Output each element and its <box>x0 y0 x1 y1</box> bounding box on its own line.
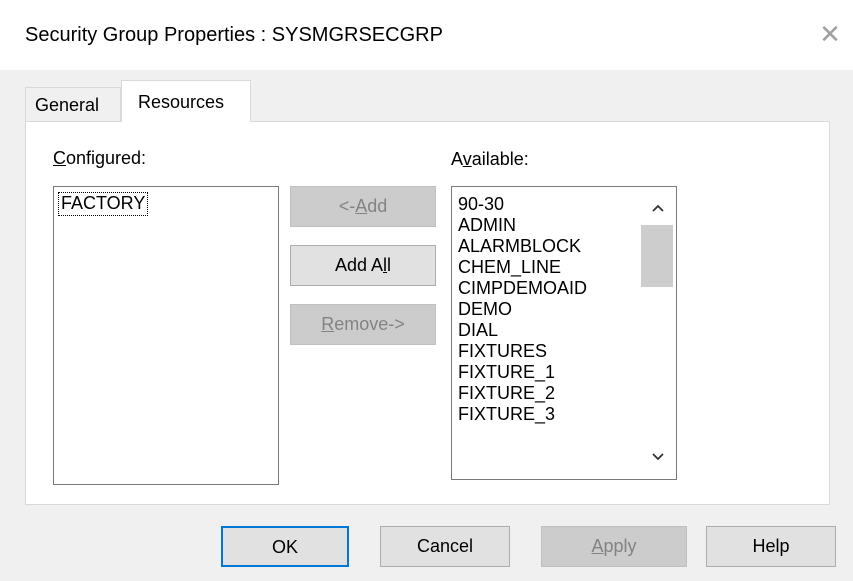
configured-label-mnemonic: C <box>53 148 66 168</box>
configured-listbox[interactable]: FACTORY <box>53 186 279 485</box>
list-item[interactable]: FIXTURE_3 <box>458 404 555 425</box>
chevron-down-icon-glyph <box>651 453 664 461</box>
ok-button[interactable]: OK <box>221 526 349 567</box>
list-item[interactable]: DIAL <box>458 320 498 341</box>
scroll-thumb[interactable] <box>641 225 673 287</box>
configured-label: Configured: <box>53 148 146 169</box>
cancel-button[interactable]: Cancel <box>380 526 510 567</box>
help-button[interactable]: Help <box>706 526 836 567</box>
list-item[interactable]: 90-30 <box>458 194 504 215</box>
title-bar: Security Group Properties : SYSMGRSECGRP… <box>0 0 853 70</box>
available-label-mnemonic: v <box>462 149 472 169</box>
window-title: Security Group Properties : SYSMGRSECGRP <box>25 24 443 46</box>
add-button[interactable]: <-Add <box>290 186 436 227</box>
close-icon[interactable]: ✕ <box>818 21 842 47</box>
chevron-up-icon-glyph <box>651 204 664 212</box>
remove-button[interactable]: Remove-> <box>290 304 436 345</box>
list-item[interactable]: DEMO <box>458 299 512 320</box>
add-all-button-pre: Add A <box>334 255 384 275</box>
tab-general[interactable]: General <box>25 87 121 121</box>
available-label-text: ailable: <box>471 149 529 169</box>
chevron-down-icon[interactable] <box>639 443 676 471</box>
add-button-mnemonic: A <box>355 196 368 216</box>
chevron-up-icon[interactable] <box>639 194 676 222</box>
list-item[interactable]: FIXTURES <box>458 341 547 362</box>
add-all-button-text: l <box>387 255 392 275</box>
available-label-pre: A <box>451 149 463 169</box>
apply-button[interactable]: Apply <box>541 526 687 567</box>
list-item[interactable]: FACTORY <box>57 192 149 216</box>
remove-button-text: emove-> <box>334 314 405 334</box>
list-item[interactable]: ALARMBLOCK <box>458 236 581 257</box>
add-button-text: dd <box>367 196 388 216</box>
remove-button-mnemonic: R <box>321 314 335 334</box>
add-all-button[interactable]: Add All <box>290 245 436 286</box>
tab-resources[interactable]: Resources <box>121 80 251 122</box>
configured-label-text: onfigured: <box>66 148 147 168</box>
available-label: Available: <box>451 149 529 170</box>
available-listbox[interactable]: 90-30 ADMIN ALARMBLOCK CHEM_LINE CIMPDEM… <box>451 186 677 480</box>
available-scrollbar[interactable] <box>639 187 676 479</box>
list-item[interactable]: FIXTURE_2 <box>458 383 555 404</box>
add-button-pre: <- <box>338 196 356 216</box>
list-item[interactable]: FIXTURE_1 <box>458 362 555 383</box>
apply-button-text: pply <box>603 536 637 556</box>
list-item[interactable]: ADMIN <box>458 215 516 236</box>
apply-button-mnemonic: A <box>591 536 604 556</box>
list-item[interactable]: CHEM_LINE <box>458 257 561 278</box>
list-item[interactable]: CIMPDEMOAID <box>458 278 587 299</box>
